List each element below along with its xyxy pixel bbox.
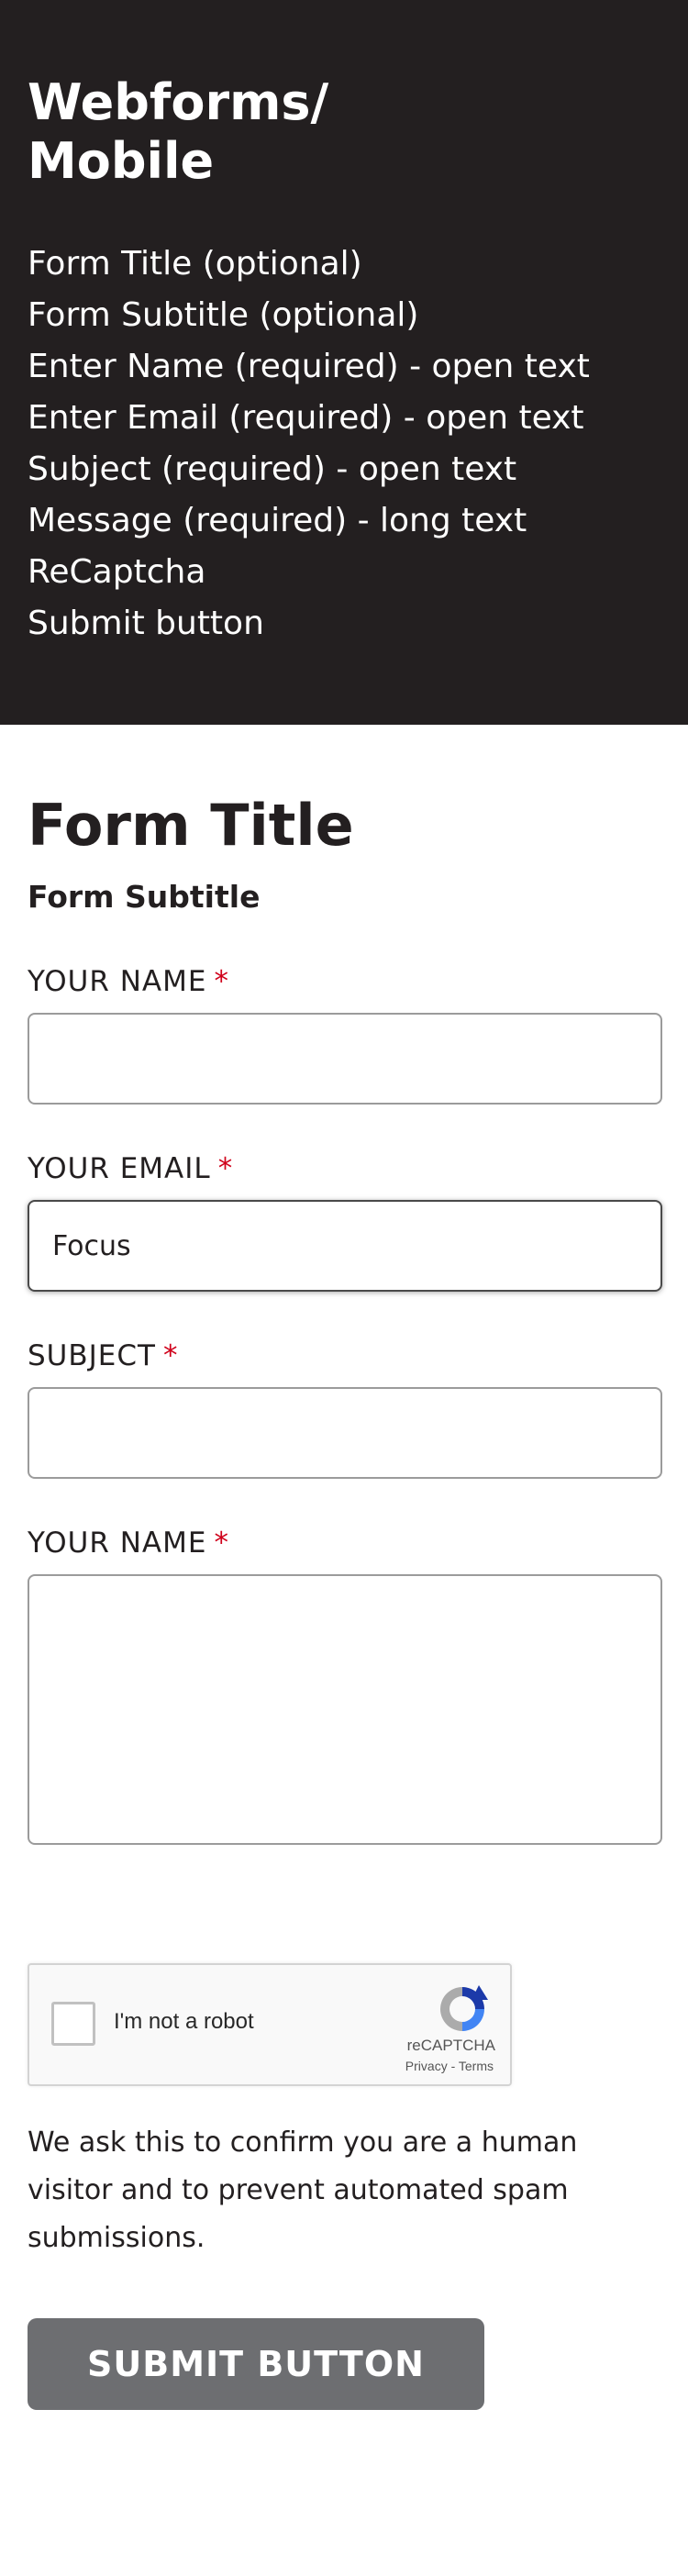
spec-item: Message (required) - long text bbox=[28, 502, 527, 539]
recaptcha-brand: reCAPTCHA bbox=[406, 2037, 495, 2054]
recaptcha-label: I'm not a robot bbox=[114, 2009, 254, 2034]
subject-label: SUBJECT * bbox=[28, 1338, 660, 1374]
name-label-text: YOUR NAME bbox=[28, 965, 207, 998]
spec-item: Form Title (optional) bbox=[28, 245, 362, 283]
name-field-group: YOUR NAME * bbox=[28, 963, 662, 1105]
submit-button[interactable]: SUBMIT BUTTON bbox=[28, 2318, 484, 2410]
email-input[interactable] bbox=[28, 1200, 662, 1292]
recaptcha-links[interactable]: Privacy - Terms bbox=[405, 2059, 494, 2073]
message-textarea[interactable] bbox=[28, 1574, 662, 1845]
form-subtitle: Form Subtitle bbox=[28, 879, 261, 915]
required-marker: * bbox=[214, 965, 229, 998]
subject-label-text: SUBJECT bbox=[28, 1339, 156, 1372]
form-title: Form Title bbox=[28, 792, 354, 859]
email-field-group: YOUR EMAIL * bbox=[28, 1150, 662, 1292]
subject-field-group: SUBJECT * bbox=[28, 1338, 662, 1479]
name-input[interactable] bbox=[28, 1013, 662, 1105]
recaptcha-logo-icon bbox=[440, 1985, 488, 2031]
spec-list: Form Title (optional) Form Subtitle (opt… bbox=[28, 239, 660, 650]
message-field-group: YOUR NAME * bbox=[28, 1525, 662, 1845]
webform: Form Title Form Subtitle YOUR NAME * YOU… bbox=[0, 725, 688, 2410]
message-label-text: YOUR NAME bbox=[28, 1527, 207, 1560]
recaptcha-checkbox[interactable] bbox=[51, 2002, 95, 2046]
spec-item: ReCaptcha bbox=[28, 553, 206, 591]
spec-item: Enter Name (required) - open text bbox=[28, 348, 590, 385]
spec-title: Webforms/ Mobile bbox=[28, 73, 329, 190]
spec-item: Subject (required) - open text bbox=[28, 450, 517, 488]
captcha-note: We ask this to confirm you are a human v… bbox=[28, 2126, 578, 2254]
required-marker: * bbox=[214, 1527, 229, 1560]
required-marker: * bbox=[162, 1339, 179, 1372]
required-marker: * bbox=[217, 1152, 234, 1185]
recaptcha-widget: I'm not a robot reCAPTCHA Privacy - Term… bbox=[28, 1963, 512, 2086]
spec-item: Form Subtitle (optional) bbox=[28, 296, 419, 334]
spec-panel: Webforms/ Mobile Form Title (optional) F… bbox=[0, 0, 688, 725]
message-label: YOUR NAME * bbox=[28, 1525, 660, 1561]
subject-input[interactable] bbox=[28, 1387, 662, 1479]
name-label: YOUR NAME * bbox=[28, 963, 660, 1000]
spec-item: Enter Email (required) - open text bbox=[28, 399, 584, 437]
email-label-text: YOUR EMAIL bbox=[28, 1152, 211, 1185]
spec-item: Submit button bbox=[28, 605, 264, 642]
email-label: YOUR EMAIL * bbox=[28, 1150, 660, 1187]
